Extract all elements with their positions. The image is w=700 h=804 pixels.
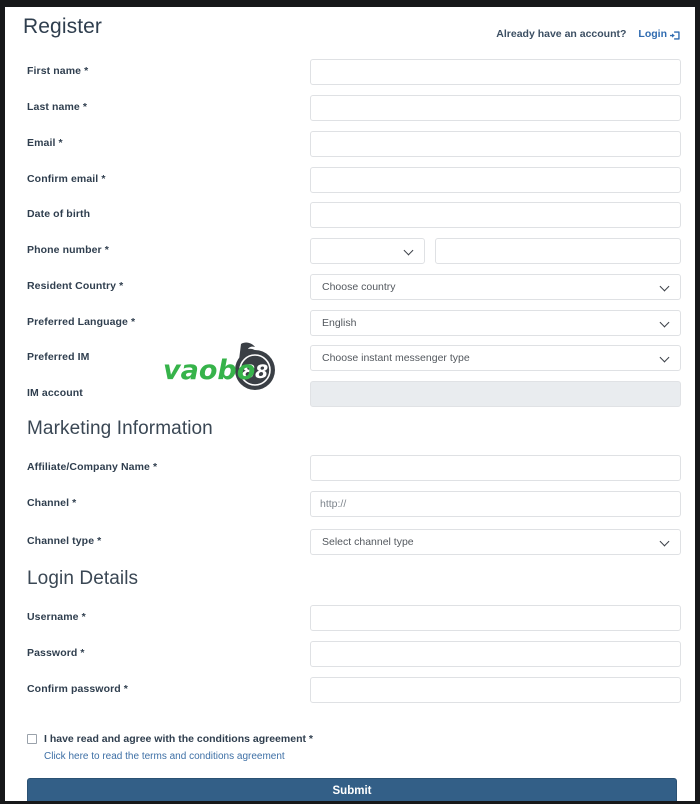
login-link-label: Login bbox=[638, 28, 667, 40]
row-username: Username * bbox=[23, 605, 681, 631]
label-channel-type: Channel type * bbox=[27, 535, 102, 547]
chevron-down-icon bbox=[661, 538, 671, 548]
preferred-im-value: Choose instant messenger type bbox=[322, 352, 470, 364]
sign-in-icon bbox=[670, 30, 681, 41]
row-confirm-email: Confirm email * bbox=[23, 167, 681, 193]
phone-number-input[interactable] bbox=[435, 238, 681, 264]
account-note: Already have an account? bbox=[496, 28, 627, 40]
affiliate-company-input[interactable] bbox=[310, 455, 681, 481]
terms-checkbox-label: I have read and agree with the condition… bbox=[44, 733, 313, 745]
first-name-input[interactable] bbox=[310, 59, 681, 85]
label-confirm-password: Confirm password * bbox=[27, 683, 128, 695]
email-input[interactable] bbox=[310, 131, 681, 157]
channel-input[interactable] bbox=[310, 491, 681, 517]
register-page: Register Already have an account? Login … bbox=[0, 0, 700, 804]
row-confirm-password: Confirm password * bbox=[23, 677, 681, 703]
im-account-input[interactable] bbox=[310, 381, 681, 407]
label-first-name: First name * bbox=[27, 65, 89, 77]
phone-country-code-select[interactable] bbox=[310, 238, 425, 264]
chevron-down-icon bbox=[661, 319, 671, 329]
date-of-birth-input[interactable] bbox=[310, 202, 681, 228]
terms-checkbox[interactable] bbox=[27, 734, 37, 744]
row-email: Email * bbox=[23, 131, 681, 157]
label-date-of-birth: Date of birth bbox=[27, 208, 91, 220]
row-first-name: First name * bbox=[23, 59, 681, 85]
login-prompt: Already have an account? Login bbox=[496, 28, 681, 40]
label-channel: Channel * bbox=[27, 497, 77, 509]
terms-conditions-link[interactable]: Click here to read the terms and conditi… bbox=[44, 751, 313, 762]
preferred-language-value: English bbox=[322, 317, 357, 329]
resident-country-select[interactable]: Choose country bbox=[310, 274, 681, 300]
login-details-heading: Login Details bbox=[27, 568, 139, 589]
label-im-account: IM account bbox=[27, 387, 83, 399]
label-password: Password * bbox=[27, 647, 85, 659]
submit-button[interactable]: Submit bbox=[27, 778, 677, 801]
row-channel-type: Channel type * Select channel type bbox=[23, 529, 681, 555]
marketing-heading: Marketing Information bbox=[27, 418, 213, 439]
page-title: Register bbox=[23, 15, 102, 38]
terms-checkbox-row: I have read and agree with the condition… bbox=[27, 733, 313, 745]
row-resident-country: Resident Country * Choose country bbox=[23, 274, 681, 300]
username-input[interactable] bbox=[310, 605, 681, 631]
login-link[interactable]: Login bbox=[638, 28, 681, 40]
preferred-language-select[interactable]: English bbox=[310, 310, 681, 336]
password-input[interactable] bbox=[310, 641, 681, 667]
register-form-container: Register Already have an account? Login … bbox=[5, 7, 695, 801]
form-header: Register Already have an account? Login bbox=[23, 15, 681, 49]
label-phone-number: Phone number * bbox=[27, 244, 109, 256]
last-name-input[interactable] bbox=[310, 95, 681, 121]
label-resident-country: Resident Country * bbox=[27, 280, 124, 292]
resident-country-value: Choose country bbox=[322, 281, 396, 293]
label-affiliate-company: Affiliate/Company Name * bbox=[27, 461, 158, 473]
row-phone-number: Phone number * bbox=[23, 238, 681, 264]
row-date-of-birth: Date of birth bbox=[23, 202, 681, 228]
row-last-name: Last name * bbox=[23, 95, 681, 121]
terms-section: I have read and agree with the condition… bbox=[27, 733, 313, 762]
label-email: Email * bbox=[27, 137, 63, 149]
row-affiliate-company: Affiliate/Company Name * bbox=[23, 455, 681, 481]
label-confirm-email: Confirm email * bbox=[27, 173, 106, 185]
confirm-email-input[interactable] bbox=[310, 167, 681, 193]
channel-type-value: Select channel type bbox=[322, 536, 414, 548]
chevron-down-icon bbox=[661, 354, 671, 364]
label-last-name: Last name * bbox=[27, 101, 88, 113]
confirm-password-input[interactable] bbox=[310, 677, 681, 703]
row-preferred-im: Preferred IM Choose instant messenger ty… bbox=[23, 345, 681, 371]
label-username: Username * bbox=[27, 611, 86, 623]
chevron-down-icon bbox=[405, 247, 415, 257]
row-password: Password * bbox=[23, 641, 681, 667]
label-preferred-language: Preferred Language * bbox=[27, 316, 136, 328]
row-channel: Channel * bbox=[23, 491, 681, 517]
chevron-down-icon bbox=[661, 283, 671, 293]
preferred-im-select[interactable]: Choose instant messenger type bbox=[310, 345, 681, 371]
row-preferred-language: Preferred Language * English bbox=[23, 310, 681, 336]
label-preferred-im: Preferred IM bbox=[27, 351, 90, 363]
row-im-account: IM account bbox=[23, 381, 681, 407]
channel-type-select[interactable]: Select channel type bbox=[310, 529, 681, 555]
